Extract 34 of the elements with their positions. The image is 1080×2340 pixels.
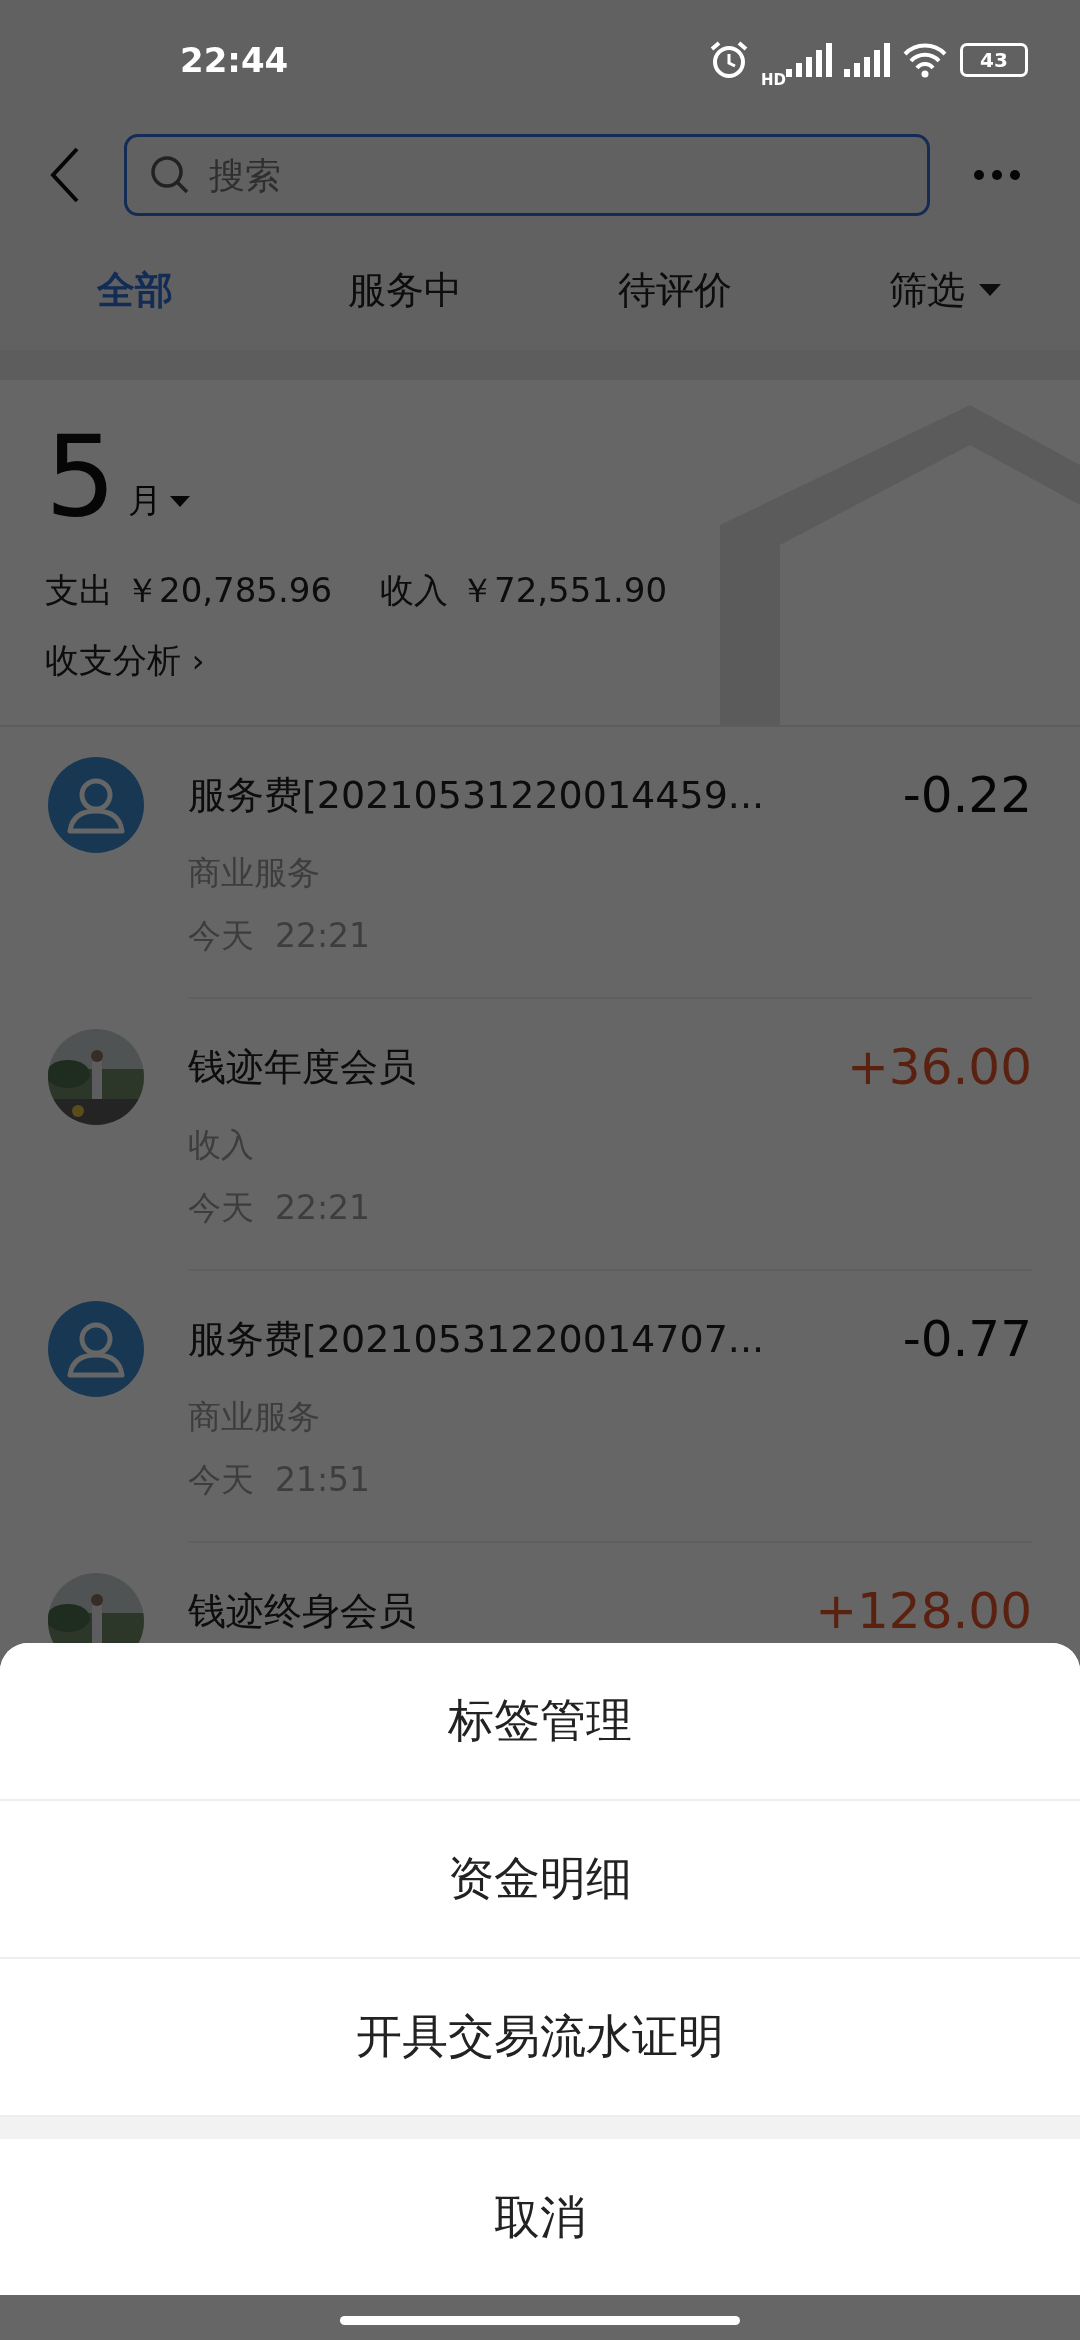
transaction-title: 服务费[20210531220014707... bbox=[188, 1315, 765, 1363]
month-number: 5 bbox=[45, 420, 117, 532]
transaction-amount: +128.00 bbox=[815, 1582, 1032, 1640]
sheet-option[interactable]: 标签管理 bbox=[0, 1643, 1080, 1801]
transaction-title: 服务费[20210531220014459... bbox=[188, 771, 765, 819]
tab[interactable]: 待评价 bbox=[610, 256, 740, 324]
tab[interactable]: 全部 bbox=[89, 256, 181, 324]
income-total: ￥72,551.90 bbox=[460, 569, 668, 612]
wifi-icon bbox=[902, 42, 948, 78]
status-time: 22:44 bbox=[180, 40, 289, 80]
signal-icon bbox=[786, 43, 832, 77]
tab[interactable]: 筛选 bbox=[881, 256, 1009, 324]
avatar-icon bbox=[48, 757, 144, 853]
transaction-amount: -0.77 bbox=[902, 1310, 1032, 1368]
tab[interactable]: 服务中 bbox=[340, 256, 470, 324]
caret-icon bbox=[170, 495, 191, 507]
search-icon bbox=[150, 155, 190, 195]
alarm-icon bbox=[709, 41, 749, 79]
analysis-link[interactable]: 收支分析 › bbox=[45, 638, 205, 684]
expense-total: ￥20,785.96 bbox=[125, 569, 333, 612]
network-label: HD bbox=[761, 71, 786, 89]
transaction-amount: -0.22 bbox=[902, 766, 1032, 824]
back-icon[interactable] bbox=[50, 147, 80, 203]
income-label: 收入 bbox=[380, 569, 449, 612]
avatar-icon bbox=[48, 1301, 144, 1397]
signal-icon bbox=[844, 43, 890, 77]
expense-label: 支出 bbox=[45, 569, 113, 612]
month-selector[interactable]: 月 bbox=[128, 478, 191, 532]
transaction-title: 钱迹终身会员 bbox=[188, 1587, 416, 1635]
more-icon[interactable] bbox=[974, 170, 1020, 180]
battery-icon: 43 bbox=[960, 43, 1028, 77]
caret-icon bbox=[979, 284, 1001, 296]
transaction-title: 钱迹年度会员 bbox=[188, 1043, 416, 1091]
transaction-amount: +36.00 bbox=[846, 1038, 1032, 1096]
